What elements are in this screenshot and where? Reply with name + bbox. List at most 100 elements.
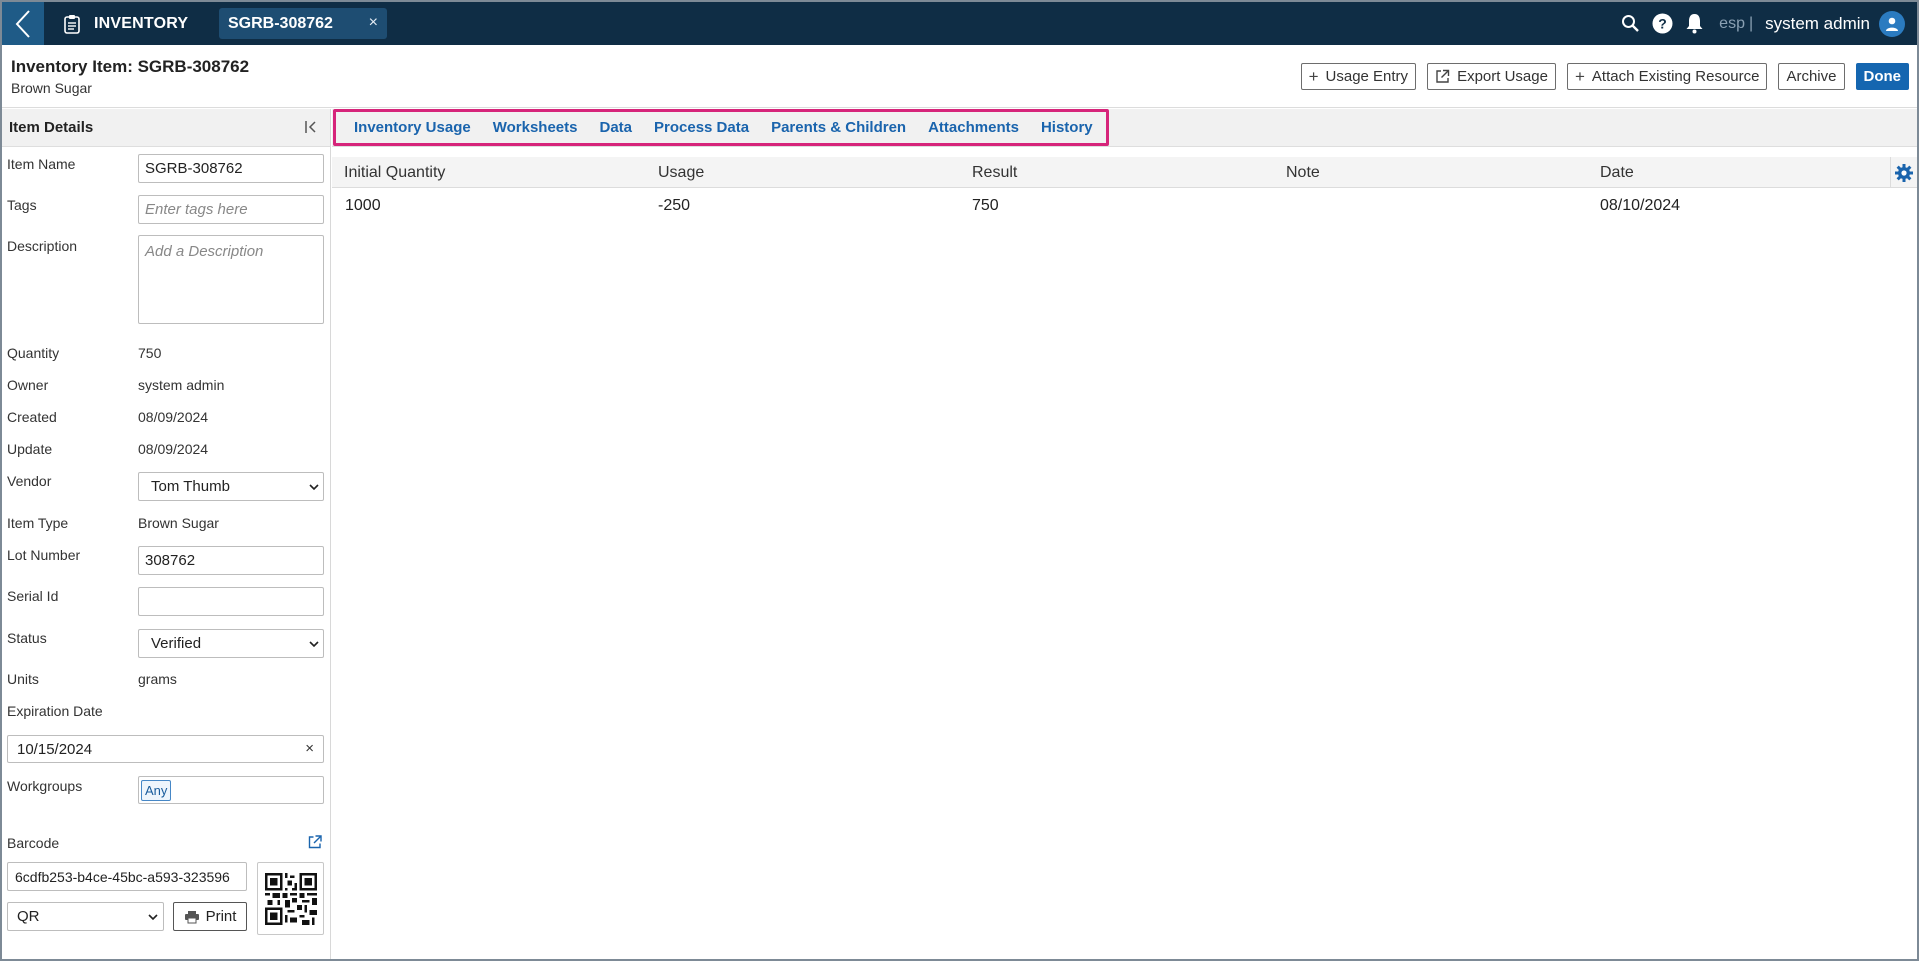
tab-attachments[interactable]: Attachments (928, 119, 1019, 136)
back-button[interactable] (2, 2, 44, 45)
record-tab-label: SGRB-308762 (228, 14, 333, 32)
export-usage-button[interactable]: Export Usage (1427, 63, 1556, 90)
language-toggle[interactable]: esp (1719, 15, 1745, 33)
chevron-down-icon (309, 640, 319, 647)
tabs-highlight-box: Inventory Usage Worksheets Data Process … (333, 109, 1109, 146)
separator: | (1748, 14, 1754, 32)
open-barcode-icon[interactable] (308, 835, 322, 852)
cell-date: 08/10/2024 (1600, 197, 1681, 214)
search-icon[interactable] (1619, 13, 1641, 35)
tags-input[interactable]: Enter tags here (138, 195, 324, 224)
item-name-input[interactable]: SGRB-308762 (138, 154, 324, 183)
chevron-left-icon (15, 9, 30, 38)
barcode-type-value: QR (17, 908, 40, 925)
qr-code-image (257, 862, 324, 935)
chevron-down-icon (309, 483, 319, 490)
item-type-value: Brown Sugar (138, 515, 219, 531)
lot-number-label: Lot Number (7, 547, 81, 563)
export-usage-label: Export Usage (1457, 68, 1548, 85)
top-bar: INVENTORY SGRB-308762 × ? esp | system a… (2, 2, 1917, 45)
expiration-date-input[interactable]: 10/15/2024 × (7, 735, 324, 763)
close-icon[interactable]: × (369, 14, 378, 32)
print-button[interactable]: Print (173, 902, 247, 931)
header-actions: + Usage Entry Export Usage + Attach Existi… (1300, 63, 1909, 90)
created-value: 08/09/2024 (138, 409, 209, 425)
description-textarea[interactable]: Add a Description (138, 235, 324, 324)
vendor-value: Tom Thumb (151, 478, 230, 495)
expiration-value: 10/15/2024 (17, 740, 93, 758)
archive-button[interactable]: Archive (1778, 63, 1845, 90)
usage-table: Initial Quantity Usage Result Note Date … (332, 157, 1917, 214)
units-value: grams (138, 671, 177, 687)
quantity-value: 750 (138, 345, 162, 361)
item-name-label: Item Name (7, 156, 76, 172)
print-label: Print (205, 908, 237, 925)
table-row[interactable]: 1000 -250 750 08/10/2024 (332, 157, 1917, 227)
description-label: Description (7, 238, 78, 254)
attach-resource-button[interactable]: + Attach Existing Resource (1566, 63, 1768, 90)
owner-value: system admin (138, 377, 225, 393)
cell-result: 750 (972, 197, 999, 214)
serial-id-input[interactable] (138, 587, 324, 616)
chevron-down-icon (148, 913, 158, 920)
tabs-bar: Inventory Usage Worksheets Data Process … (332, 109, 1917, 147)
plus-icon: + (1574, 66, 1585, 86)
svg-text:?: ? (1658, 16, 1667, 32)
tab-inventory-usage[interactable]: Inventory Usage (354, 119, 471, 136)
expiration-label: Expiration Date (7, 703, 103, 719)
cell-initial-quantity: 1000 (345, 197, 381, 214)
created-label: Created (7, 409, 57, 425)
tab-data[interactable]: Data (599, 119, 632, 136)
avatar[interactable] (1879, 10, 1905, 37)
tab-process-data[interactable]: Process Data (654, 119, 749, 136)
done-button[interactable]: Done (1855, 63, 1909, 90)
item-type-label: Item Type (7, 515, 69, 531)
status-select[interactable]: Verified (138, 629, 324, 658)
vendor-select[interactable]: Tom Thumb (138, 472, 324, 501)
page-subtitle: Brown Sugar (11, 80, 92, 96)
app-tab-inventory[interactable]: INVENTORY (55, 8, 195, 39)
lot-number-input[interactable]: 308762 (138, 546, 324, 575)
status-label: Status (7, 630, 47, 646)
clipboard-icon (62, 14, 82, 34)
clear-date-icon[interactable]: × (305, 740, 314, 757)
top-right-controls: ? esp | system admin (1609, 2, 1905, 45)
update-value: 08/09/2024 (138, 441, 209, 457)
tab-parents-children[interactable]: Parents & Children (771, 119, 906, 136)
tags-label: Tags (7, 197, 37, 213)
bell-icon[interactable] (1683, 13, 1705, 35)
update-label: Update (7, 441, 53, 457)
serial-id-label: Serial Id (7, 588, 59, 604)
app-tab-label: INVENTORY (94, 14, 189, 32)
qr-code-icon (264, 872, 317, 925)
panel-title: Item Details (9, 119, 94, 136)
help-icon[interactable]: ? (1651, 13, 1673, 35)
tab-worksheets[interactable]: Worksheets (493, 119, 578, 136)
collapse-panel-icon[interactable] (304, 120, 320, 137)
page-header: Inventory Item: SGRB-308762 Brown Sugar … (2, 45, 1917, 108)
owner-label: Owner (7, 377, 49, 393)
usage-entry-button[interactable]: + Usage Entry (1300, 63, 1417, 90)
barcode-value-input[interactable]: 6cdfb253-b4ce-45bc-a593-323596 (7, 862, 247, 891)
page-title: Inventory Item: SGRB-308762 (11, 57, 250, 76)
item-details-panel: Item Details Item Name SGRB-308762 Tags … (2, 109, 331, 959)
cell-usage: -250 (658, 197, 691, 214)
barcode-label: Barcode (7, 835, 60, 851)
external-link-icon (1436, 69, 1450, 83)
user-menu[interactable]: system admin (1765, 14, 1870, 34)
usage-entry-label: Usage Entry (1325, 68, 1409, 85)
attach-resource-label: Attach Existing Resource (1591, 68, 1760, 85)
panel-header: Item Details (2, 109, 330, 147)
tab-history[interactable]: History (1041, 119, 1093, 136)
record-tab[interactable]: SGRB-308762 × (219, 8, 387, 39)
archive-label: Archive (1786, 68, 1837, 85)
status-value: Verified (151, 635, 202, 652)
done-label: Done (1863, 68, 1902, 85)
barcode-type-select[interactable]: QR (7, 902, 164, 931)
plus-icon: + (1308, 66, 1319, 86)
workgroups-input[interactable]: Any (138, 776, 324, 804)
vendor-label: Vendor (7, 473, 52, 489)
workgroup-chip[interactable]: Any (141, 780, 172, 801)
workgroups-label: Workgroups (7, 778, 83, 794)
quantity-label: Quantity (7, 345, 60, 361)
